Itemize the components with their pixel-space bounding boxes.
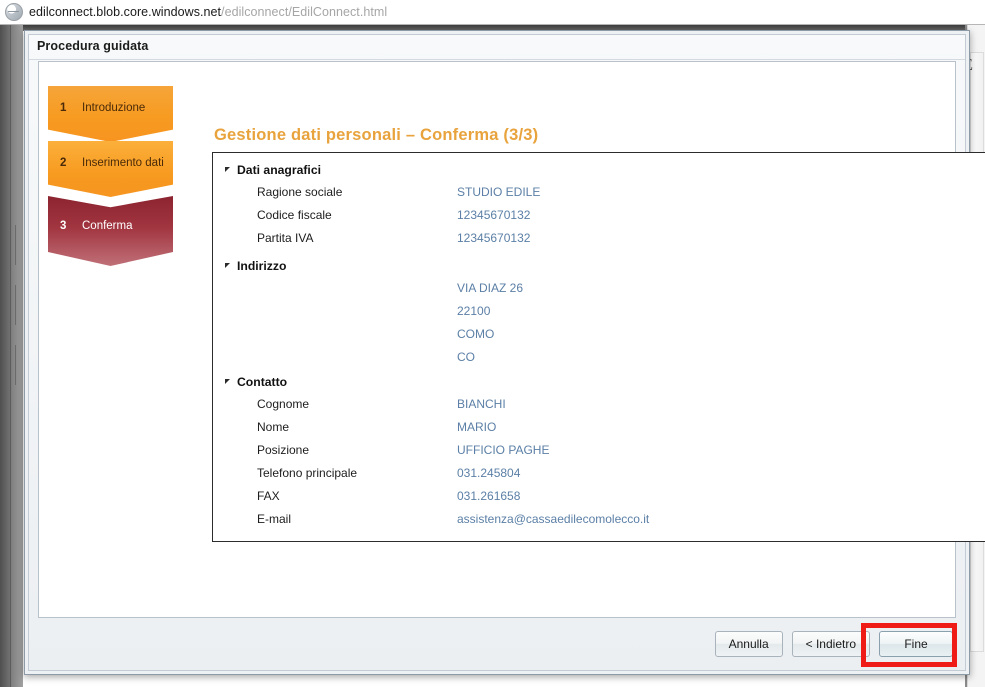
data-row: Cognome BIANCHI [225,397,506,420]
wizard-footer: Annulla < Indietro Fine [714,628,953,660]
field-value: UFFICIO PAGHE [457,443,550,457]
field-value: STUDIO EDILE [457,185,541,199]
browser-window: edilconnect.blob.core.windows.net/edilco… [0,0,985,687]
url-path: /edilconnect/EdilConnect.html [221,5,388,19]
titlebar-divider [29,59,965,60]
backdrop-dash [15,345,16,385]
field-label: Ragione sociale [257,185,343,199]
data-row: Nome MARIO [225,420,496,443]
field-label: Cognome [257,397,310,411]
data-row: Posizione UFFICIO PAGHE [225,443,549,466]
field-label: Telefono principale [257,466,358,480]
field-value: CO [457,350,475,364]
step-number: 3 [60,220,67,232]
field-label: Partita IVA [257,231,314,245]
step-label: Conferma [82,220,133,232]
data-row: Partita IVA 12345670132 [225,231,530,254]
step-chevron-shape [48,86,173,142]
data-row: Ragione sociale STUDIO EDILE [225,185,540,208]
data-row: Telefono principale 031.245804 [225,466,520,489]
desktop-backdrop-left [0,25,23,687]
field-label: FAX [257,489,280,503]
collapse-triangle-icon[interactable] [225,263,230,268]
wizard-step-2[interactable]: 2 Inserimento dati [48,141,173,197]
data-row: 22100 [225,304,490,327]
data-row: COMO [225,327,494,350]
globe-icon [5,3,23,21]
step-number: 2 [60,157,67,169]
finish-button[interactable]: Fine [879,631,953,657]
field-value: 031.261658 [457,489,521,503]
confirmation-data-panel: Dati anagrafici Ragione sociale STUDIO E… [212,152,985,542]
field-value: 12345670132 [457,231,531,245]
field-value: 031.245804 [457,466,521,480]
wizard-dialog-inner: Procedura guidata 1 Introduzione 2 Inser… [28,34,985,671]
wizard-body: 1 Introduzione 2 Inserimento dati 3 Conf… [38,61,985,618]
address-bar-text: edilconnect.blob.core.windows.net/edilco… [29,5,387,19]
field-value: BIANCHI [457,397,506,411]
field-value: 12345670132 [457,208,531,222]
wizard-step-3[interactable]: 3 Conferma [48,196,173,266]
field-label: E-mail [257,512,292,526]
group-heading[interactable]: Dati anagrafici [225,163,321,177]
group-heading[interactable]: Contatto [225,375,287,389]
browser-address-bar[interactable]: edilconnect.blob.core.windows.net/edilco… [0,0,985,25]
wizard-dialog: Procedura guidata 1 Introduzione 2 Inser… [24,30,985,675]
back-button[interactable]: < Indietro [791,631,870,657]
group-heading-label: Contatto [237,375,288,389]
cancel-button[interactable]: Annulla [714,631,783,657]
group-heading[interactable]: Indirizzo [225,259,286,273]
backdrop-strip [10,25,23,687]
group-contatto: Contatto Cognome BIANCHI Nome MARIO Posi… [225,375,649,535]
url-host: edilconnect.blob.core.windows.net [29,5,222,19]
backdrop-dash [15,225,16,265]
group-heading-label: Indirizzo [237,259,287,273]
group-indirizzo: Indirizzo VIA DIAZ 26 22100 COMO CO [225,259,523,373]
collapse-triangle-icon[interactable] [225,167,230,172]
field-value: 22100 [457,304,491,318]
field-value: MARIO [457,420,497,434]
step-label: Introduzione [82,102,146,114]
field-label: Codice fiscale [257,208,332,222]
field-label: Nome [257,420,290,434]
field-value: VIA DIAZ 26 [457,281,524,295]
wizard-steps: 1 Introduzione 2 Inserimento dati 3 Conf… [48,86,173,266]
step-number: 1 [60,102,67,114]
group-dati-anagrafici: Dati anagrafici Ragione sociale STUDIO E… [225,163,540,254]
collapse-triangle-icon[interactable] [225,379,230,384]
step-label: Inserimento dati [82,157,164,169]
field-value: assistenza@cassaedilecomolecco.it [457,512,650,526]
field-value: COMO [457,327,495,341]
wizard-title: Procedura guidata [37,39,149,53]
step-chevron-shape [48,141,173,197]
wizard-step-1[interactable]: 1 Introduzione [48,86,173,142]
backdrop-dash [15,285,16,325]
data-row: E-mail assistenza@cassaedilecomolecco.it [225,512,649,535]
group-heading-label: Dati anagrafici [237,163,321,177]
data-row: VIA DIAZ 26 [225,281,523,304]
data-row: FAX 031.261658 [225,489,520,512]
data-row: CO [225,350,475,373]
data-row: Codice fiscale 12345670132 [225,208,530,231]
field-label: Posizione [257,443,310,457]
page-title: Gestione dati personali – Conferma (3/3) [214,126,539,144]
